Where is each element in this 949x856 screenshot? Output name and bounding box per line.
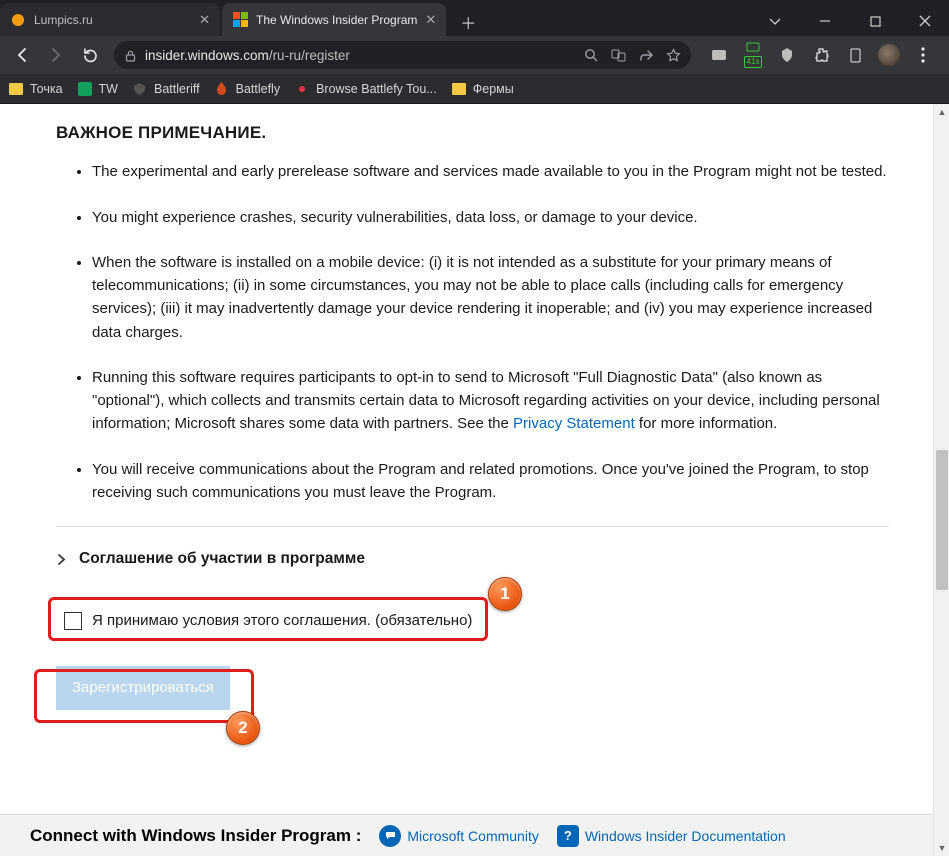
folder-icon xyxy=(451,81,467,97)
bookmarks-bar: Точка TW Battleriff Battlefly Browse Bat… xyxy=(0,74,949,104)
extensions-area: 41s xyxy=(699,41,943,69)
list-item: Running this software requires participa… xyxy=(92,366,889,436)
divider xyxy=(56,526,889,527)
extension-icon[interactable] xyxy=(773,41,801,69)
chevron-right-icon xyxy=(56,553,67,566)
bookmark-label: Browse Battlefy Tou... xyxy=(316,82,437,96)
scroll-down-icon[interactable]: ▼ xyxy=(934,840,949,856)
footer-link-label: Windows Insider Documentation xyxy=(585,828,786,844)
search-icon[interactable] xyxy=(584,48,599,63)
url-text: insider.windows.com/ru-ru/register xyxy=(145,48,576,63)
tab-title: The Windows Insider Program xyxy=(256,13,417,27)
tab-insider[interactable]: The Windows Insider Program ✕ xyxy=(222,3,446,36)
footer-community-link[interactable]: Microsoft Community xyxy=(379,825,538,847)
register-button[interactable]: Зарегистрироваться xyxy=(56,666,230,709)
translate-icon[interactable] xyxy=(611,48,627,63)
chevron-down-icon[interactable] xyxy=(753,6,797,36)
accept-checkbox[interactable] xyxy=(64,612,82,630)
agreement-expander[interactable]: Соглашение об участии в программе xyxy=(56,547,889,571)
close-icon[interactable]: ✕ xyxy=(425,12,436,28)
favicon-lumpics xyxy=(10,12,26,28)
scroll-up-icon[interactable]: ▲ xyxy=(934,104,949,120)
window-minimize-button[interactable] xyxy=(803,6,847,36)
footer-docs-link[interactable]: ? Windows Insider Documentation xyxy=(557,825,786,847)
close-icon[interactable]: ✕ xyxy=(199,12,210,28)
bookmark-label: TW xyxy=(99,82,118,96)
expander-label: Соглашение об участии в программе xyxy=(79,547,365,571)
list-item-tail: for more information. xyxy=(635,415,778,432)
annotation-marker: 1 xyxy=(488,577,522,611)
window-close-button[interactable] xyxy=(903,6,947,36)
list-item: The experimental and early prerelease so… xyxy=(92,160,889,183)
list-item: You will receive communications about th… xyxy=(92,458,889,505)
window-maximize-button[interactable] xyxy=(853,6,897,36)
profile-avatar[interactable] xyxy=(875,41,903,69)
bookmark-favicon xyxy=(214,81,230,97)
extension-badge[interactable]: 41s xyxy=(739,41,767,69)
vertical-scrollbar[interactable]: ▲ ▼ xyxy=(933,104,949,856)
bookmark-label: Фермы xyxy=(473,82,514,96)
bookmark-item[interactable]: Battlefly xyxy=(214,81,280,97)
question-icon: ? xyxy=(557,825,579,847)
notice-list: The experimental and early prerelease so… xyxy=(56,160,889,504)
share-icon[interactable] xyxy=(639,48,654,63)
accept-label: Я принимаю условия этого соглашения. (об… xyxy=(92,609,472,632)
scroll-thumb[interactable] xyxy=(936,450,948,590)
accept-terms-row[interactable]: Я принимаю условия этого соглашения. (об… xyxy=(56,603,889,638)
browser-toolbar: insider.windows.com/ru-ru/register 41s xyxy=(0,36,949,74)
footer-lead: Connect with Windows Insider Program : xyxy=(30,826,361,846)
privacy-link[interactable]: Privacy Statement xyxy=(513,415,635,432)
bookmark-label: Battleriff xyxy=(154,82,200,96)
bookmark-item[interactable]: Battleriff xyxy=(132,81,200,97)
page-content: ВАЖНОЕ ПРИМЕЧАНИЕ. The experimental and … xyxy=(0,104,933,856)
bookmark-label: Battlefly xyxy=(236,82,280,96)
notice-heading: ВАЖНОЕ ПРИМЕЧАНИЕ. xyxy=(56,120,889,146)
folder-icon xyxy=(8,81,24,97)
bookmark-label: Точка xyxy=(30,82,63,96)
extension-icon[interactable] xyxy=(841,41,869,69)
bookmark-item[interactable]: Фермы xyxy=(451,81,514,97)
bookmark-item[interactable]: TW xyxy=(77,81,118,97)
bookmark-favicon xyxy=(77,81,93,97)
address-bar[interactable]: insider.windows.com/ru-ru/register xyxy=(114,41,691,69)
extension-icon[interactable] xyxy=(705,41,733,69)
bookmark-favicon xyxy=(294,81,310,97)
favicon-microsoft xyxy=(232,12,248,28)
star-icon[interactable] xyxy=(666,48,681,63)
bookmark-favicon xyxy=(132,81,148,97)
footer-link-label: Microsoft Community xyxy=(407,828,538,844)
extensions-button[interactable] xyxy=(807,41,835,69)
lock-icon xyxy=(124,49,137,62)
tab-title: Lumpics.ru xyxy=(34,13,191,27)
back-button[interactable] xyxy=(6,40,38,70)
new-tab-button[interactable]: ＋ xyxy=(454,8,482,36)
browser-titlebar: Lumpics.ru ✕ The Windows Insider Program… xyxy=(0,0,949,36)
reload-button[interactable] xyxy=(74,40,106,70)
kebab-menu-icon[interactable] xyxy=(909,41,937,69)
chat-icon xyxy=(379,825,401,847)
bookmark-item[interactable]: Browse Battlefy Tou... xyxy=(294,81,437,97)
page-footer: Connect with Windows Insider Program : M… xyxy=(0,814,933,856)
tab-lumpics[interactable]: Lumpics.ru ✕ xyxy=(0,3,220,36)
annotation-marker: 2 xyxy=(226,711,260,745)
forward-button[interactable] xyxy=(40,40,72,70)
list-item: When the software is installed on a mobi… xyxy=(92,251,889,344)
list-item: You might experience crashes, security v… xyxy=(92,206,889,229)
bookmark-item[interactable]: Точка xyxy=(8,81,63,97)
